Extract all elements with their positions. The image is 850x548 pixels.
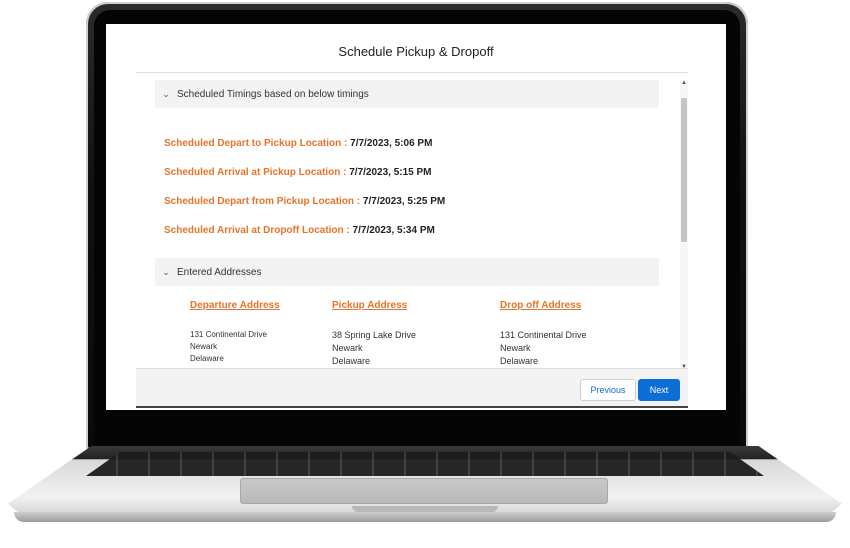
page-title: Schedule Pickup & Dropoff: [338, 44, 494, 59]
address-line: Newark: [190, 342, 218, 351]
modal-content[interactable]: ⌄ Scheduled Timings based on below timin…: [136, 73, 688, 365]
pickup-address-column: Pickup Address 38 Spring Lake Drive Newa…: [332, 300, 416, 365]
dropoff-address-heading[interactable]: Drop off Address: [500, 300, 587, 311]
timing-value: 7/7/2023, 5:25 PM: [362, 196, 446, 207]
address-line: Newark: [500, 343, 531, 353]
laptop-opening-notch: [352, 506, 498, 512]
section-title-addresses: Entered Addresses: [177, 266, 262, 278]
address-line: 131 Continental Drive: [190, 330, 267, 339]
chevron-down-icon[interactable]: ⌄: [155, 267, 177, 278]
section-header-addresses[interactable]: ⌄ Entered Addresses: [155, 258, 659, 286]
chevron-down-icon[interactable]: ⌄: [155, 89, 177, 100]
previous-button[interactable]: Previous: [580, 379, 636, 401]
footer-divider: [136, 406, 688, 408]
timing-row-arrival-at-pickup: Scheduled Arrival at Pickup Location : 7…: [164, 167, 432, 178]
timing-row-depart-to-pickup: Scheduled Depart to Pickup Location : 7/…: [164, 138, 432, 149]
next-button[interactable]: Next: [638, 379, 680, 401]
timing-label: Scheduled Arrival at Pickup Location :: [164, 167, 347, 178]
departure-address-heading[interactable]: Departure Address: [190, 300, 280, 311]
laptop-trackpad: [240, 478, 608, 504]
address-line: Delaware: [190, 354, 224, 363]
laptop-base-lip: [14, 512, 836, 522]
timing-label: Scheduled Depart from Pickup Location :: [164, 196, 361, 207]
scroll-thumb[interactable]: [681, 98, 687, 242]
address-line: Newark: [332, 343, 363, 353]
timing-value: 7/7/2023, 5:34 PM: [352, 225, 435, 236]
dropoff-address-column: Drop off Address 131 Continental Drive N…: [500, 300, 587, 365]
scroll-up-arrow-icon[interactable]: ▲: [680, 80, 688, 86]
timing-value: 7/7/2023, 5:06 PM: [350, 138, 433, 149]
address-line: Delaware: [332, 356, 371, 365]
modal-footer: Previous Next: [136, 368, 688, 407]
section-title-timings: Scheduled Timings based on below timings: [177, 88, 369, 100]
timing-row-depart-from-pickup: Scheduled Depart from Pickup Location : …: [164, 196, 445, 207]
timing-row-arrival-at-dropoff: Scheduled Arrival at Dropoff Location : …: [164, 225, 435, 236]
vertical-scrollbar[interactable]: ▲ ▼: [680, 80, 688, 370]
laptop-screen: Schedule Pickup & Dropoff ⌄ Scheduled Ti…: [106, 24, 726, 410]
laptop-keyboard: [86, 452, 764, 476]
timing-label: Scheduled Depart to Pickup Location :: [164, 138, 348, 149]
section-header-timings[interactable]: ⌄ Scheduled Timings based on below timin…: [155, 80, 659, 108]
pickup-address-heading[interactable]: Pickup Address: [332, 300, 416, 311]
address-line: 38 Spring Lake Drive: [332, 330, 417, 340]
timing-label: Scheduled Arrival at Dropoff Location :: [164, 225, 350, 236]
address-line: Delaware: [500, 356, 539, 365]
departure-address-column: Departure Address 131 Continental Drive …: [190, 300, 280, 365]
timing-value: 7/7/2023, 5:15 PM: [349, 167, 432, 178]
address-line: 131 Continental Drive: [500, 330, 587, 340]
